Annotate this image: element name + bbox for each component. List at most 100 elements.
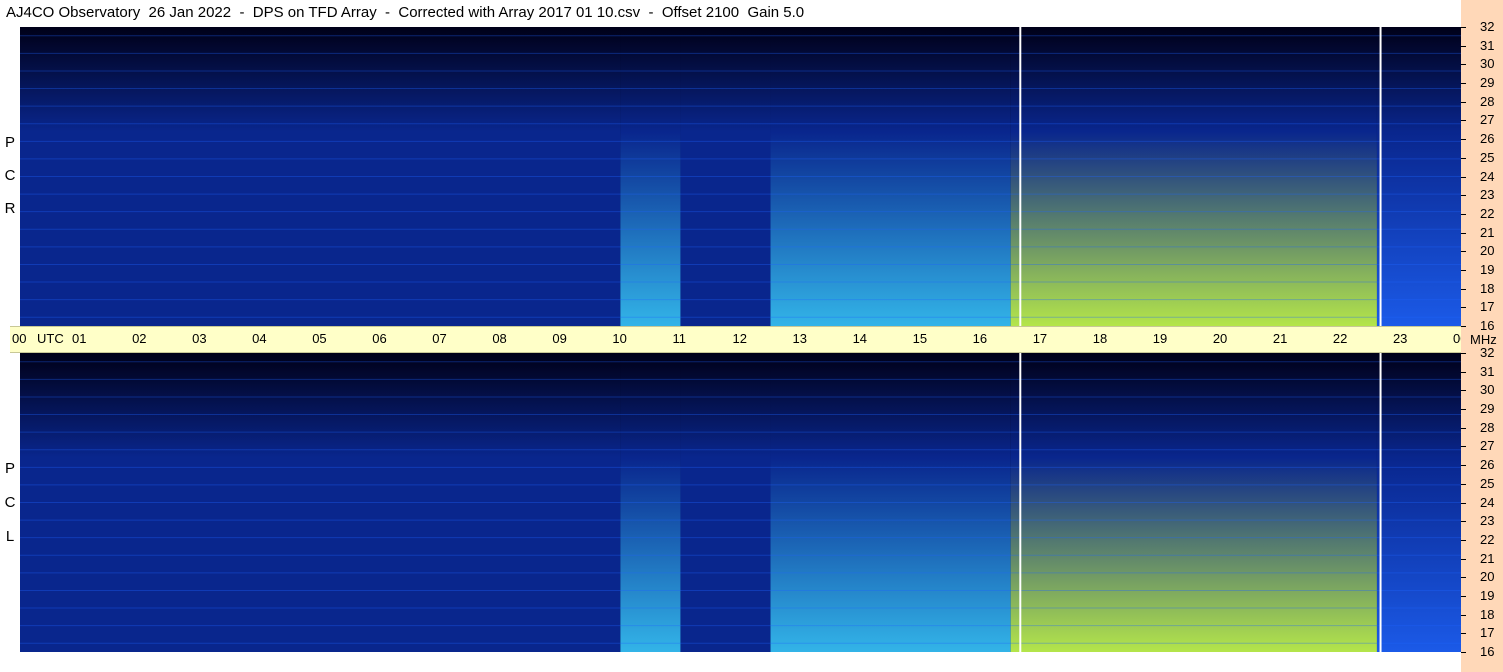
lcp-spectrogram-panel[interactable] (20, 353, 1461, 652)
mhz-tick-mark (1461, 288, 1466, 290)
rcp-spectrogram-panel[interactable] (20, 27, 1461, 326)
mhz-tick-label: 32 (1480, 345, 1495, 360)
mhz-tick-mark (1461, 232, 1466, 234)
mhz-tick-mark (1461, 251, 1466, 253)
rcp-spectrogram (20, 27, 1461, 326)
mhz-tick-label: 26 (1480, 131, 1495, 147)
mhz-tick-label: 16 (1480, 644, 1495, 659)
bottom-panel-label-letter-1: P (4, 460, 15, 477)
utc-tick-label: 01 (72, 331, 87, 346)
mhz-tick-label: 20 (1480, 243, 1495, 259)
mhz-tick-label: 29 (1480, 75, 1495, 91)
mhz-tick-mark (1461, 27, 1466, 28)
mhz-tick-label: 26 (1480, 457, 1495, 473)
mhz-tick-label: 19 (1480, 587, 1495, 603)
mhz-tick-mark (1461, 427, 1466, 429)
mhz-tick-label: 25 (1480, 149, 1495, 165)
mhz-tick-mark (1461, 101, 1466, 103)
utc-tick-label: 07 (432, 331, 447, 346)
top-panel-label-letter-3: R (4, 200, 16, 217)
window-title: AJ4CO Observatory 26 Jan 2022 - DPS on T… (6, 4, 805, 21)
mhz-tick-label: 18 (1480, 606, 1495, 622)
mhz-tick-label: 18 (1480, 280, 1495, 296)
mhz-tick-label: 25 (1480, 475, 1495, 491)
utc-tick-label: 12 (732, 331, 747, 346)
utc-tick-label: 20 (1212, 331, 1228, 346)
mhz-tick-label: 30 (1480, 56, 1495, 72)
mhz-tick-mark (1461, 558, 1466, 560)
mhz-tick-label: 31 (1480, 363, 1495, 379)
mhz-tick-mark (1461, 465, 1466, 467)
bottom-panel-label-letter-3: L (5, 528, 15, 545)
utc-tick-label: 23 (1392, 331, 1408, 346)
mhz-tick-mark (1461, 390, 1466, 392)
mhz-tick-mark (1461, 614, 1466, 616)
utc-tick-label: 17 (1032, 331, 1048, 346)
mhz-tick-mark (1461, 577, 1466, 579)
mhz-tick-label: 22 (1480, 531, 1495, 547)
mhz-tick-label: 31 (1480, 37, 1495, 53)
utc-tick-label: 19 (1152, 331, 1168, 346)
mhz-tick-mark (1461, 483, 1466, 485)
mhz-tick-label: 17 (1480, 625, 1495, 641)
utc-tick-label: 10 (612, 331, 627, 346)
mhz-tick-mark (1461, 353, 1466, 354)
utc-tick-label: 21 (1272, 331, 1288, 346)
utc-tick-label: 11 (672, 331, 686, 346)
mhz-tick-mark (1461, 502, 1466, 504)
top-panel-label-letter-1: P (4, 134, 15, 151)
lcp-spectrogram (20, 353, 1461, 652)
utc-tick-label: 08 (492, 331, 507, 346)
mhz-tick-label: 28 (1480, 419, 1495, 435)
mhz-tick-label: 30 (1480, 382, 1495, 398)
mhz-tick-mark (1461, 371, 1466, 373)
mhz-tick-mark (1461, 176, 1466, 178)
utc-tick-label: 22 (1332, 331, 1348, 346)
utc-tick-label: 14 (852, 331, 868, 346)
utc-tick-label: 18 (1092, 331, 1108, 346)
mhz-tick-label: 27 (1480, 438, 1495, 454)
mhz-tick-label: 17 (1480, 299, 1495, 315)
utc-tick-label: 04 (252, 331, 267, 346)
mhz-tick-mark (1461, 539, 1466, 541)
mhz-unit-label: MHz (1470, 332, 1497, 347)
mhz-tick-label: 27 (1480, 112, 1495, 128)
mhz-tick-label: 28 (1480, 93, 1495, 109)
mhz-tick-label: 24 (1480, 494, 1495, 510)
mhz-tick-mark (1461, 633, 1466, 635)
utc-time-axis: 00 01 02 03 04 05 06 07 08 09 10 11 12 13 14 15 16 17 18 19… (10, 326, 1467, 353)
mhz-tick-mark (1461, 307, 1466, 309)
mhz-tick-label: 29 (1480, 401, 1495, 417)
mhz-tick-label: 22 (1480, 205, 1495, 221)
utc-tick-label: 00 (12, 331, 27, 346)
mhz-tick-label: 20 (1480, 569, 1495, 585)
utc-tick-label: 02 (132, 331, 147, 346)
utc-tick-label: 03 (192, 331, 207, 346)
utc-tick-label: 16 (972, 331, 988, 346)
mhz-tick-label: 21 (1480, 224, 1495, 240)
utc-tick-label: 15 (912, 331, 928, 346)
mhz-tick-label: 32 (1480, 19, 1495, 34)
mhz-tick-mark (1461, 213, 1466, 215)
mhz-tick-mark (1461, 195, 1466, 197)
utc-tick-label: 09 (552, 331, 567, 346)
mhz-tick-mark (1461, 45, 1466, 47)
mhz-tick-mark (1461, 157, 1466, 159)
mhz-tick-mark (1461, 446, 1466, 448)
mhz-tick-mark (1461, 521, 1466, 523)
mhz-tick-mark (1461, 64, 1466, 66)
mhz-tick-mark (1461, 83, 1466, 85)
mhz-tick-label: 19 (1480, 261, 1495, 277)
utc-tick-label: 06 (372, 331, 387, 346)
mhz-tick-label: 23 (1480, 513, 1495, 529)
frequency-axis: 32 31 30 29 28 27 26 25 24 23 22 21 20 19 18 17 16 32 31 30… (1461, 0, 1503, 672)
bottom-panel-label-letter-2: C (4, 494, 16, 511)
utc-tick-label: 13 (792, 331, 807, 346)
mhz-tick-mark (1461, 139, 1466, 141)
mhz-tick-mark (1461, 120, 1466, 122)
mhz-tick-label: 21 (1480, 550, 1495, 566)
mhz-tick-mark (1461, 326, 1466, 327)
mhz-tick-mark (1461, 595, 1466, 597)
mhz-tick-mark (1461, 409, 1466, 411)
mhz-tick-label: 24 (1480, 168, 1495, 184)
